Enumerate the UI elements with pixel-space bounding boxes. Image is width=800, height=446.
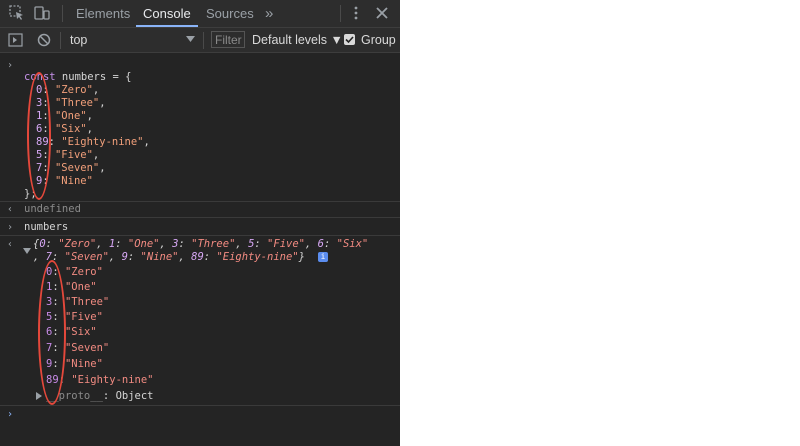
summary-punct: : [323, 238, 337, 250]
summary-value: "Three" [191, 238, 236, 250]
highlight-ring-output [38, 260, 66, 405]
summary-punct: : [127, 251, 141, 263]
input-prompt-icon: › [7, 222, 14, 233]
summary-punct: } [298, 251, 305, 263]
entry-value: "Five" [54, 149, 93, 161]
console-prompt-icon[interactable]: › [7, 408, 13, 421]
summary-punct: , [108, 251, 122, 263]
entry-value: "Three" [54, 97, 100, 109]
entry-value: "Seven" [54, 162, 100, 174]
tree-value: "Five" [64, 311, 103, 323]
console-toolbar: top Filter Default levels ▼ Group [0, 28, 400, 53]
summary-punct: : [115, 238, 128, 250]
group-checkbox[interactable] [344, 34, 355, 45]
tree-value: "Seven" [64, 342, 110, 354]
proto-value: Object [115, 390, 154, 402]
summary-value: "Five" [267, 238, 305, 250]
entry-comma: , [99, 162, 106, 174]
devtools-tab-bar: Elements Console Sources » [0, 0, 400, 28]
summary-punct: : [254, 238, 268, 250]
tree-value: "Six" [64, 326, 97, 338]
summary-value: "Zero" [58, 238, 97, 250]
summary-punct: , [159, 238, 173, 250]
summary-punct: , [33, 251, 46, 263]
summary-punct: , [235, 238, 249, 250]
summary-value: "Six" [336, 238, 369, 250]
info-icon[interactable]: i [318, 252, 328, 262]
entry-value: "One" [54, 110, 87, 122]
summary-punct: : [45, 238, 59, 250]
toolbar-separator [203, 32, 204, 49]
summary-punct: , [96, 238, 109, 250]
message-divider [0, 235, 400, 236]
summary-value: "Eighty-nine" [216, 251, 299, 263]
devtools-panel: Elements Console Sources » top Filter De… [0, 0, 400, 446]
inspect-element-icon[interactable] [8, 4, 26, 22]
show-sidebar-icon[interactable] [8, 33, 23, 47]
checkmark-icon [345, 36, 354, 44]
summary-value: "Seven" [64, 251, 109, 263]
entry-comma: , [143, 136, 150, 148]
log-levels-dropdown[interactable]: Default levels ▼ [252, 28, 343, 52]
collapse-triangle-icon[interactable] [36, 392, 43, 400]
entry-comma: , [86, 123, 93, 135]
highlight-ring-input [27, 72, 51, 200]
object-summary-line-1[interactable]: {0: "Zero", 1: "One", 3: "Three", 5: "Fi… [33, 238, 368, 251]
context-selector[interactable]: top [70, 28, 87, 52]
toolbar-separator [62, 5, 63, 22]
proto-row[interactable]: __proto__: Object [46, 390, 154, 403]
entry-comma: , [86, 110, 93, 122]
toolbar-separator [340, 5, 341, 22]
tree-value: "One" [64, 281, 97, 293]
tree-value: "Three" [64, 296, 110, 308]
input-prompt-icon: › [7, 60, 14, 71]
entry-value: "Nine" [54, 175, 93, 187]
kebab-menu-icon[interactable] [347, 4, 365, 22]
tab-elements[interactable]: Elements [76, 0, 130, 27]
tree-value: "Nine" [64, 358, 103, 370]
toolbar-separator [60, 32, 61, 49]
return-arrow-icon: ‹ [7, 239, 14, 250]
device-toolbar-icon[interactable] [33, 4, 51, 22]
console-output: › const numbers = { 0: "Zero", 3: "Three… [0, 53, 400, 446]
tab-sources[interactable]: Sources [206, 0, 254, 27]
tab-console[interactable]: Console [136, 0, 198, 27]
summary-punct: : [203, 251, 217, 263]
more-tabs-button[interactable]: » [265, 0, 273, 27]
close-icon[interactable] [373, 4, 391, 22]
filter-input[interactable]: Filter [211, 31, 245, 48]
entry-comma: , [92, 84, 100, 96]
entry-value: "Zero" [54, 84, 93, 96]
code-entry: 89: "Eighty-nine", [36, 136, 150, 148]
entry-comma: , [92, 149, 100, 161]
message-divider [0, 217, 400, 218]
summary-value: "Nine" [140, 251, 179, 263]
tree-value: "Eighty-nine" [71, 374, 154, 386]
message-divider [0, 201, 400, 202]
expand-triangle-icon[interactable] [23, 248, 31, 255]
tree-value: "Zero" [64, 266, 103, 278]
entry-value: "Six" [54, 123, 87, 135]
summary-punct: , [304, 238, 318, 250]
clear-console-icon[interactable] [37, 33, 51, 47]
return-arrow-icon: ‹ [7, 204, 14, 215]
summary-punct: , [178, 251, 192, 263]
result-undefined: undefined [24, 203, 81, 215]
entry-value: "Eighty-nine" [61, 136, 144, 148]
entry-comma: , [99, 97, 106, 109]
dropdown-arrow-icon[interactable] [186, 36, 195, 43]
message-divider [0, 405, 400, 406]
code-head-rest: numbers = { [55, 71, 132, 83]
object-summary-line-2[interactable]: , 7: "Seven", 9: "Nine", 89: "Eighty-nin… [33, 251, 305, 264]
summary-value: "One" [127, 238, 160, 250]
summary-key: 89 [191, 251, 204, 263]
group-label: Group [361, 33, 396, 47]
input-command: numbers [24, 221, 69, 233]
summary-punct: : [178, 238, 192, 250]
